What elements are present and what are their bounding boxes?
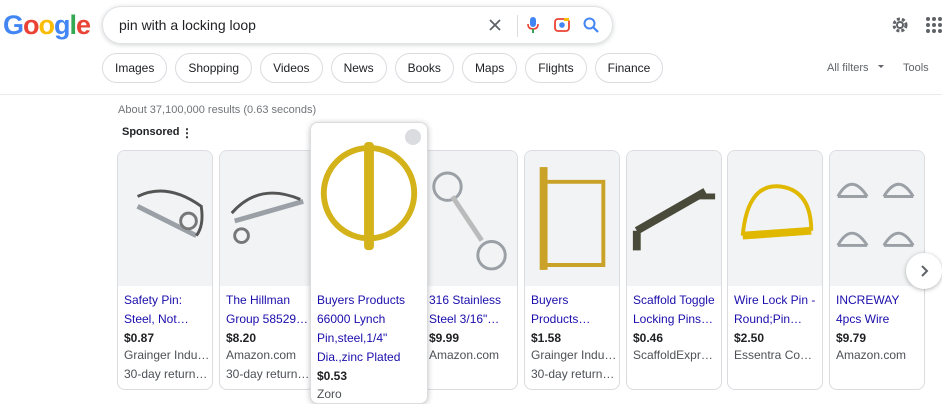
logo-letter: g (54, 10, 70, 40)
product-title[interactable]: The Hillman Group 58529… (226, 291, 310, 329)
chevron-right-icon (921, 265, 929, 277)
product-seller: Amazon.com (836, 348, 907, 362)
product-seller: Grainger Indu… (124, 348, 210, 362)
tab-videos[interactable]: Videos (260, 53, 323, 83)
product-price: $0.53 (317, 369, 348, 383)
product-card[interactable]: 316 Stainless Steel 3/16"… $9.99 Amazon.… (422, 150, 518, 390)
logo-letter: o (38, 10, 55, 40)
external-link-icon[interactable] (405, 129, 421, 145)
microphone-icon[interactable] (523, 15, 543, 35)
product-title[interactable]: Wire Lock Pin - Round;Pin… (734, 291, 818, 329)
search-icon[interactable] (581, 15, 601, 35)
product-note: 30-day return… (531, 367, 615, 381)
results-stats: About 37,100,000 results (0.63 seconds) (118, 104, 317, 116)
product-seller: ScaffoldExpre… (633, 348, 719, 362)
product-seller: Zoro (317, 387, 342, 401)
product-price: $8.20 (226, 331, 257, 345)
product-title[interactable]: Scaffold Toggle Locking Pins… (633, 291, 717, 329)
product-card[interactable]: The Hillman Group 58529… $8.20 Amazon.co… (219, 150, 315, 390)
product-title[interactable]: Buyers Products 66000 Lynch Pin,steel,1/… (317, 291, 423, 367)
tools-button[interactable]: Tools (903, 62, 929, 74)
tab-news[interactable]: News (330, 53, 387, 83)
product-card[interactable]: Safety Pin: Steel, Not… $0.87 Grainger I… (117, 150, 213, 390)
product-seller: Essentra Com… (734, 348, 820, 362)
product-price: $1.58 (531, 331, 562, 345)
search-input[interactable]: pin with a locking loop (119, 17, 256, 33)
product-note: 30-day return… (124, 367, 208, 381)
logo-letter: o (23, 10, 39, 40)
product-image[interactable] (728, 151, 822, 286)
search-tabs: Images Shopping Videos News Books Maps F… (102, 53, 664, 83)
product-seller: Grainger Indu… (531, 348, 617, 362)
product-image[interactable] (220, 151, 314, 286)
product-note: 30-day return… (226, 367, 310, 381)
caret-down-icon (877, 65, 884, 68)
product-seller: Amazon.com (226, 348, 297, 362)
product-card[interactable]: Buyers Products… $1.58 Grainger Indu… 30… (524, 150, 620, 390)
product-card[interactable]: Wire Lock Pin - Round;Pin… $2.50 Essentr… (727, 150, 823, 390)
product-price: $2.50 (734, 331, 765, 345)
product-price: $9.79 (836, 331, 867, 345)
sponsored-label: Sponsored (122, 126, 180, 138)
carousel-next-button[interactable] (906, 253, 942, 289)
search-box[interactable]: pin with a locking loop (102, 6, 613, 44)
product-price: $0.87 (124, 331, 155, 345)
product-price: $9.99 (429, 331, 460, 345)
header-divider (0, 94, 942, 95)
product-card-expanded[interactable]: Buyers Products 66000 Lynch Pin,steel,1/… (310, 122, 428, 404)
camera-lens-icon[interactable] (552, 15, 572, 35)
product-title[interactable]: Buyers Products… (531, 291, 615, 329)
tab-flights[interactable]: Flights (525, 53, 587, 83)
tab-books[interactable]: Books (394, 53, 454, 83)
logo-letter: G (3, 10, 24, 40)
all-filters-label: All filters (827, 62, 869, 74)
tab-shopping[interactable]: Shopping (175, 53, 253, 83)
tab-finance[interactable]: Finance (594, 53, 664, 83)
product-image[interactable] (627, 151, 721, 286)
clear-icon[interactable] (485, 15, 505, 35)
logo-letter: e (76, 10, 91, 40)
product-price: $0.46 (633, 331, 664, 345)
product-title[interactable]: 316 Stainless Steel 3/16"… (429, 291, 513, 329)
settings-gear-icon[interactable] (890, 15, 910, 35)
product-image[interactable] (311, 123, 427, 279)
google-logo[interactable]: Google (3, 10, 91, 41)
tab-images[interactable]: Images (102, 53, 168, 83)
product-title[interactable]: Safety Pin: Steel, Not… (124, 291, 208, 329)
product-image[interactable] (525, 151, 619, 286)
apps-grid-icon[interactable] (924, 15, 942, 35)
product-title[interactable]: INCREWAY 4pcs Wire Loc… (836, 291, 920, 329)
divider (517, 15, 518, 37)
product-seller: Amazon.com (429, 348, 500, 362)
all-filters-button[interactable]: All filters (827, 62, 886, 74)
product-image[interactable] (423, 151, 517, 286)
product-card[interactable]: Scaffold Toggle Locking Pins… $0.46 Scaf… (626, 150, 722, 390)
tab-maps[interactable]: Maps (461, 53, 518, 83)
more-options-icon[interactable]: ⋮ (181, 126, 193, 140)
product-image[interactable] (118, 151, 212, 286)
